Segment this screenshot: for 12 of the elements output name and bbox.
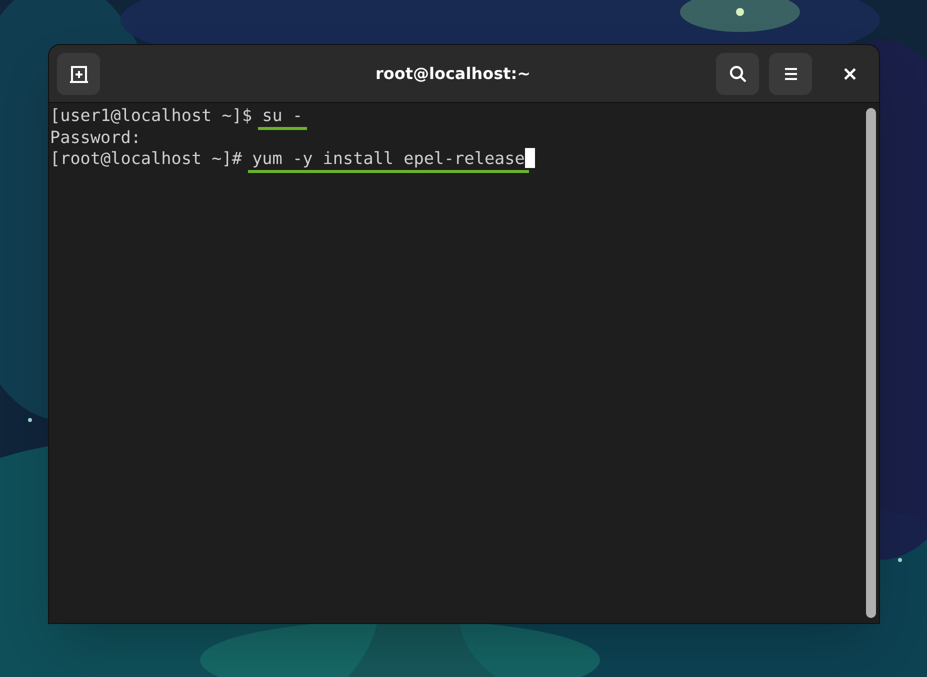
command-text: su - <box>258 105 307 130</box>
search-button[interactable] <box>716 52 759 94</box>
new-tab-icon <box>68 64 88 84</box>
menu-icon <box>784 66 798 80</box>
window-title: root@localhost:~ <box>374 62 531 84</box>
prompt-text: [user1@localhost ~]$ <box>50 105 254 126</box>
prompt-text: [root@localhost ~]# <box>50 148 243 170</box>
search-icon <box>728 64 746 82</box>
close-icon <box>844 68 856 80</box>
prompt-text: Password: <box>50 126 141 148</box>
new-tab-button[interactable] <box>57 52 100 94</box>
menu-button[interactable] <box>769 52 812 94</box>
